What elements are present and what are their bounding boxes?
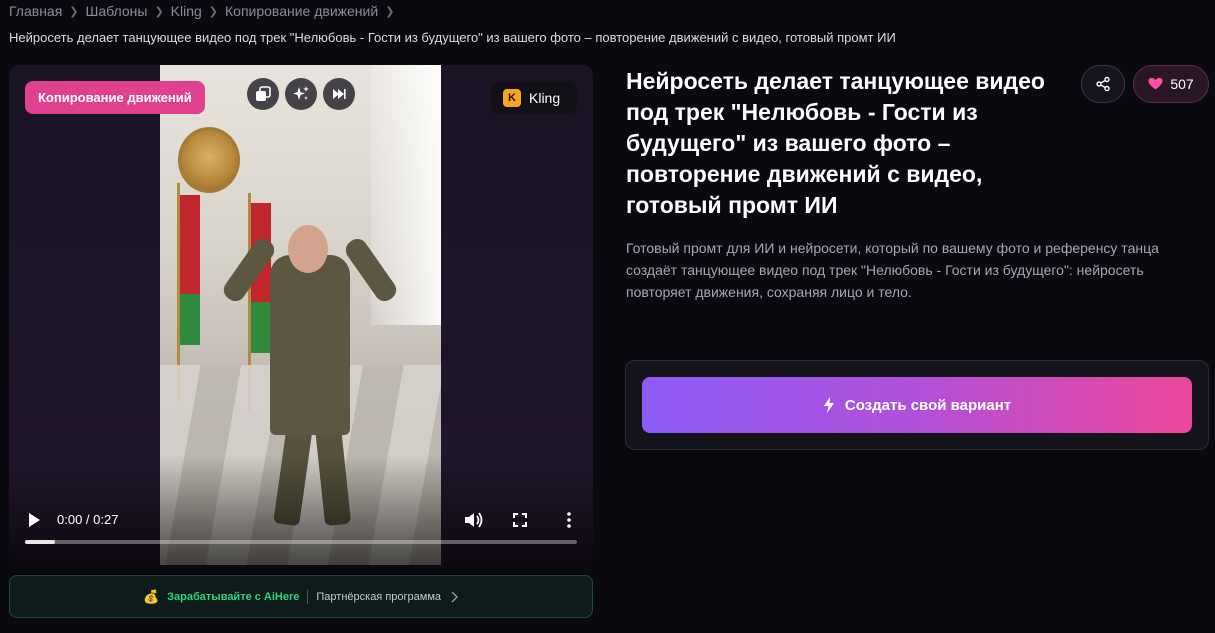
- video-progress-bar[interactable]: [25, 540, 577, 544]
- cta-panel: Создать свой вариант: [625, 360, 1209, 450]
- share-icon: [1096, 76, 1110, 92]
- skip-forward-icon: [333, 89, 346, 99]
- page-subtitle: Нейросеть делает танцующее видео под тре…: [9, 30, 896, 45]
- affiliate-partner-label: Партнёрская программа: [316, 590, 442, 603]
- copy-button[interactable]: [247, 78, 279, 110]
- breadcrumb-kling[interactable]: Kling: [171, 3, 202, 19]
- breadcrumb-home[interactable]: Главная: [9, 3, 62, 19]
- play-icon[interactable]: [25, 511, 43, 529]
- sparkles-icon: [293, 86, 309, 100]
- person-body: [270, 255, 350, 435]
- title-line: будущего" из вашего фото –: [626, 130, 951, 156]
- title-line: под трек "Нелюбовь - Гости из: [626, 99, 978, 125]
- model-badge-label: Kling: [529, 89, 561, 106]
- title-line: повторение движений с видео,: [626, 161, 983, 187]
- flag-left: [180, 195, 200, 345]
- more-vertical-icon[interactable]: [558, 509, 580, 531]
- skip-button[interactable]: [323, 78, 355, 110]
- fullscreen-icon[interactable]: [509, 509, 531, 531]
- model-badge[interactable]: K Kling: [491, 81, 577, 114]
- template-badge[interactable]: Копирование движений: [25, 81, 205, 114]
- title-line: Нейросеть делает танцующее видео: [626, 68, 1045, 94]
- breadcrumb-motion-copy[interactable]: Копирование движений: [225, 3, 378, 19]
- money-bag-icon: 💰: [142, 588, 160, 604]
- create-variant-label: Создать свой вариант: [844, 396, 1012, 414]
- lightning-icon: [823, 397, 834, 413]
- affiliate-earn-label: Зарабатывайте с AiHere: [167, 590, 300, 603]
- affiliate-banner[interactable]: 💰 Зарабатывайте с AiHere Партнёрская про…: [9, 575, 593, 618]
- like-button[interactable]: 507: [1133, 65, 1209, 103]
- title-line: готовый промт ИИ: [626, 192, 838, 218]
- heart-icon: [1148, 77, 1163, 90]
- breadcrumb: Главная ❯ Шаблоны ❯ Kling ❯ Копирование …: [9, 3, 401, 19]
- chevron-right-icon: [451, 591, 459, 602]
- person-head: [288, 225, 328, 273]
- video-time: 0:00 / 0:27: [57, 512, 119, 527]
- chevron-right-icon: ❯: [208, 5, 219, 18]
- create-variant-button[interactable]: Создать свой вариант: [642, 377, 1192, 433]
- video-progress-fill: [25, 540, 56, 544]
- video-controls: 0:00 / 0:27: [9, 505, 593, 535]
- page-title: Нейросеть делает танцующее видео под тре…: [626, 66, 1066, 221]
- emblem-image: [178, 127, 240, 193]
- chevron-right-icon: ❯: [385, 5, 395, 18]
- like-count: 507: [1170, 76, 1194, 92]
- description: Готовый промт для ИИ и нейросети, которы…: [626, 240, 1159, 300]
- volume-icon[interactable]: [462, 509, 484, 531]
- chevron-right-icon: ❯: [154, 5, 164, 18]
- divider: [307, 589, 309, 604]
- breadcrumb-templates[interactable]: Шаблоны: [86, 3, 148, 19]
- enhance-button[interactable]: [285, 78, 317, 110]
- copy-icon: [256, 86, 271, 101]
- video-player[interactable]: Копирование движений K Kling 0:00 / 0:27: [9, 65, 593, 565]
- chevron-right-icon: ❯: [69, 5, 79, 18]
- kling-logo-icon: K: [503, 88, 521, 107]
- share-button[interactable]: [1081, 65, 1125, 103]
